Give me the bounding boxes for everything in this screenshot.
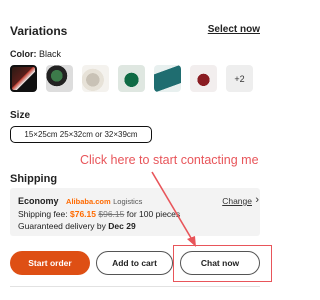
swatch-black-red-bag[interactable]	[10, 65, 37, 92]
color-value: Black	[39, 49, 62, 59]
color-swatches: +2	[10, 65, 253, 92]
shipping-fee-row: Shipping fee: $76.15 $96.15 for 100 piec…	[18, 209, 180, 219]
bottom-divider	[10, 286, 260, 287]
shipping-fee-label: Shipping fee:	[18, 209, 68, 219]
delivery-date: Dec 29	[108, 221, 136, 231]
swatch-teal-bag[interactable]	[154, 65, 181, 92]
annotation-text: Click here to start contacting me	[80, 153, 259, 167]
swatch-white-bag[interactable]	[82, 65, 109, 92]
select-now-link[interactable]: Select now	[208, 24, 260, 35]
logistics-label: Logistics	[113, 197, 143, 206]
shipping-fee: $76.15	[70, 209, 96, 219]
alibaba-logo: Alibaba.com	[66, 197, 111, 206]
color-row: Color: Black	[10, 49, 61, 59]
guarantee-label: Guaranteed delivery by	[18, 221, 106, 231]
start-order-button[interactable]: Start order	[10, 251, 90, 275]
shipping-quantity: for 100 pieces	[126, 209, 181, 219]
product-purchase-panel: Variations Select now Color: Black +2 Si…	[0, 0, 300, 300]
swatch-green-black-bag[interactable]	[46, 65, 73, 92]
chat-now-button[interactable]: Chat now	[180, 251, 260, 275]
swatch-green-pouch[interactable]	[118, 65, 145, 92]
shipping-method: Economy	[18, 196, 59, 206]
swatch-red-pouch[interactable]	[190, 65, 217, 92]
change-shipping-link[interactable]: Change	[222, 196, 252, 206]
more-swatches-button[interactable]: +2	[226, 65, 253, 92]
shipping-method-row: Economy Alibaba.com Logistics	[18, 196, 142, 206]
shipping-title: Shipping	[10, 173, 58, 185]
chevron-right-icon[interactable]: ›	[255, 194, 259, 206]
original-shipping-fee: $96.15	[98, 209, 125, 219]
size-title: Size	[10, 110, 31, 121]
color-label: Color:	[10, 49, 37, 59]
shipping-card: Economy Alibaba.com Logistics Change › S…	[10, 188, 260, 236]
variations-title: Variations	[10, 24, 68, 38]
add-to-cart-button[interactable]: Add to cart	[96, 251, 173, 275]
delivery-row: Guaranteed delivery by Dec 29	[18, 221, 136, 231]
size-option-chip[interactable]: 15×25cm 25×32cm or 32×39cm	[10, 126, 152, 143]
